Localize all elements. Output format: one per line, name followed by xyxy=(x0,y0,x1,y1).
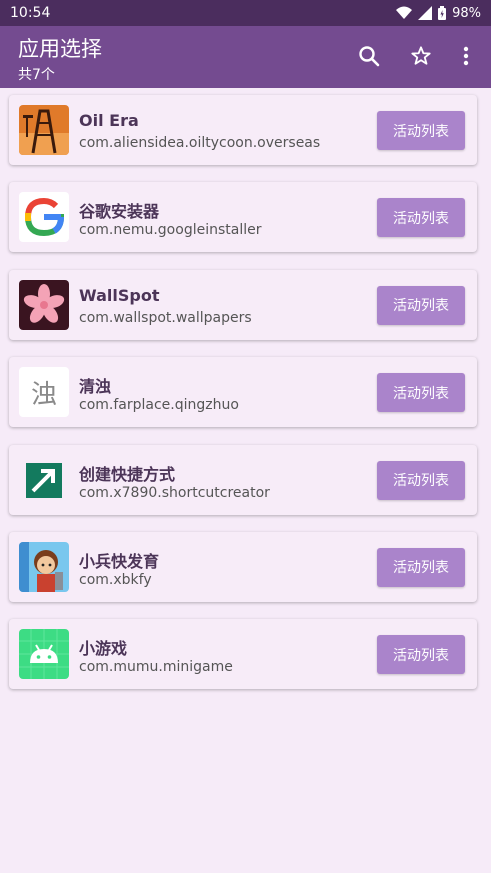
app-package: com.nemu.googleinstaller xyxy=(79,222,262,239)
qingzhuo-char: 浊 xyxy=(30,379,57,410)
app-card[interactable]: 小游戏 com.mumu.minigame 活动列表 xyxy=(9,619,477,690)
page-title: 应用选择 xyxy=(18,37,102,61)
app-name: 小兵快发育 xyxy=(79,551,160,571)
activity-list-button[interactable]: 活动列表 xyxy=(377,198,465,238)
app-card[interactable]: 小兵快发育 com.xbkfy 活动列表 xyxy=(9,531,477,602)
app-card[interactable]: Oil Era com.aliensidea.oiltycoon.oversea… xyxy=(9,95,477,165)
app-card[interactable]: WallSpot com.wallspot.wallpapers 活动列表 xyxy=(9,269,477,340)
shortcut-arrow-icon xyxy=(19,454,69,505)
page-subtitle: 共7个 xyxy=(18,67,55,83)
star-icon xyxy=(411,46,431,65)
app-name: Oil Era xyxy=(79,111,139,130)
android-robot-icon xyxy=(19,629,69,680)
signal-icon xyxy=(418,6,433,20)
search-icon xyxy=(359,46,380,67)
app-package: com.mumu.minigame xyxy=(79,659,233,676)
app-name: 小游戏 xyxy=(79,639,128,659)
activity-list-button[interactable]: 活动列表 xyxy=(377,373,465,413)
app-card[interactable]: 谷歌安装器 com.nemu.googleinstaller 活动列表 xyxy=(9,182,477,253)
app-package: com.x7890.shortcutcreator xyxy=(79,484,270,501)
app-name: 清浊 xyxy=(79,377,112,397)
app-name: WallSpot xyxy=(79,285,160,305)
activity-list-button[interactable]: 活动列表 xyxy=(377,111,465,150)
app-card[interactable]: 浊 清浊 com.farplace.qingzhuo 活动列表 xyxy=(9,357,477,428)
qingzhuo-char-icon: 浊 xyxy=(19,367,69,418)
more-options-button[interactable] xyxy=(452,42,480,70)
search-button[interactable] xyxy=(355,42,383,70)
app-name: 创建快捷方式 xyxy=(79,464,176,484)
wifi-icon xyxy=(396,6,413,19)
app-list: Oil Era com.aliensidea.oiltycoon.oversea… xyxy=(9,95,477,707)
activity-list-button[interactable]: 活动列表 xyxy=(377,460,465,500)
app-package: com.xbkfy xyxy=(79,571,152,588)
activity-list-button[interactable]: 活动列表 xyxy=(377,547,465,587)
status-icons: 98% xyxy=(396,6,481,21)
activity-list-button[interactable]: 活动列表 xyxy=(377,635,465,675)
activity-list-button[interactable]: 活动列表 xyxy=(377,285,465,325)
app-name: 谷歌安装器 xyxy=(79,202,160,222)
battery-icon xyxy=(438,6,447,20)
battery-level: 98% xyxy=(452,5,481,21)
more-vert-icon xyxy=(463,46,469,66)
status-time: 10:54 xyxy=(10,5,51,21)
app-bar: 应用选择 共7个 xyxy=(0,26,491,88)
flower-icon xyxy=(19,279,69,330)
soldier-character-icon xyxy=(19,541,69,592)
favorite-button[interactable] xyxy=(407,42,435,70)
app-package: com.farplace.qingzhuo xyxy=(79,397,239,414)
app-package: com.aliensidea.oiltycoon.overseas xyxy=(79,135,321,151)
oil-derrick-icon xyxy=(19,105,69,155)
google-g-icon xyxy=(19,192,69,243)
app-card[interactable]: 创建快捷方式 com.x7890.shortcutcreator 活动列表 xyxy=(9,444,477,515)
status-bar: 10:54 98% xyxy=(0,0,491,26)
app-package: com.wallspot.wallpapers xyxy=(79,309,252,326)
